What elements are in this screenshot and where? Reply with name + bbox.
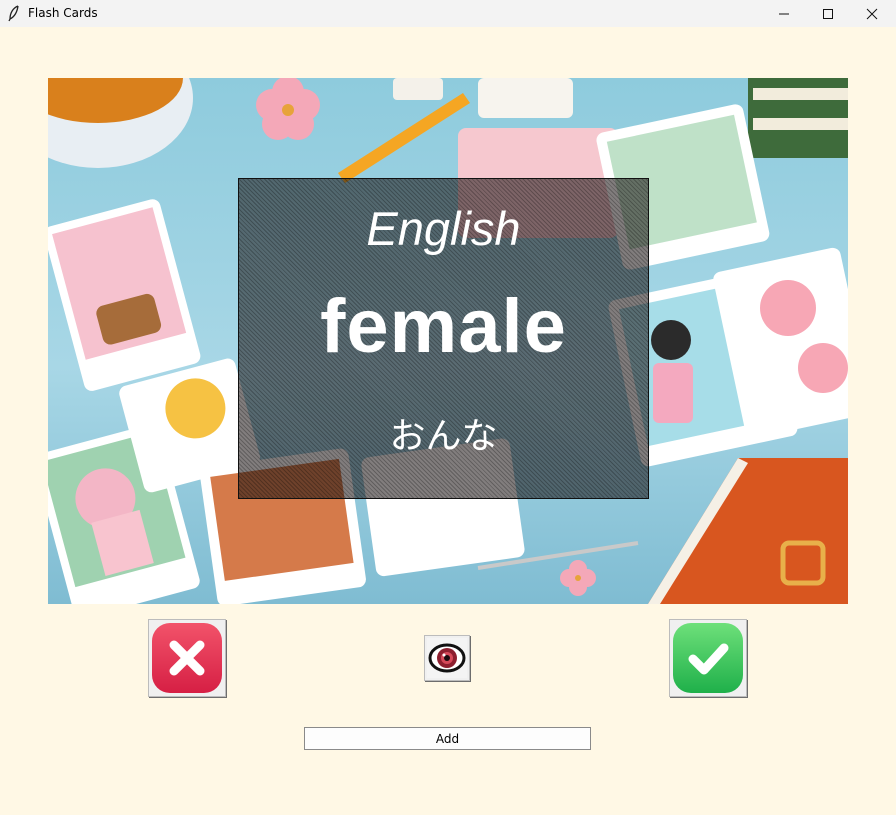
card-word: female	[320, 284, 567, 369]
checkmark-icon	[673, 623, 743, 693]
title-bar: Flash Cards	[0, 0, 896, 27]
card-text-overlay: English female おんな	[238, 178, 649, 499]
show-answer-button[interactable]	[424, 635, 470, 681]
window-title: Flash Cards	[28, 6, 98, 20]
card-language-label: English	[366, 202, 521, 255]
add-button[interactable]: Add	[304, 727, 591, 750]
wrong-button[interactable]	[148, 619, 226, 697]
correct-button[interactable]	[669, 619, 747, 697]
feather-icon	[8, 5, 19, 22]
maximize-button[interactable]	[806, 0, 850, 27]
close-icon	[866, 8, 878, 19]
card-reading: おんな	[389, 416, 498, 457]
maximize-icon	[823, 8, 833, 19]
x-mark-icon	[152, 623, 222, 693]
minimize-button[interactable]	[762, 0, 806, 27]
close-button[interactable]	[850, 0, 894, 27]
eye-icon	[427, 638, 467, 678]
minimize-icon	[779, 13, 789, 14]
